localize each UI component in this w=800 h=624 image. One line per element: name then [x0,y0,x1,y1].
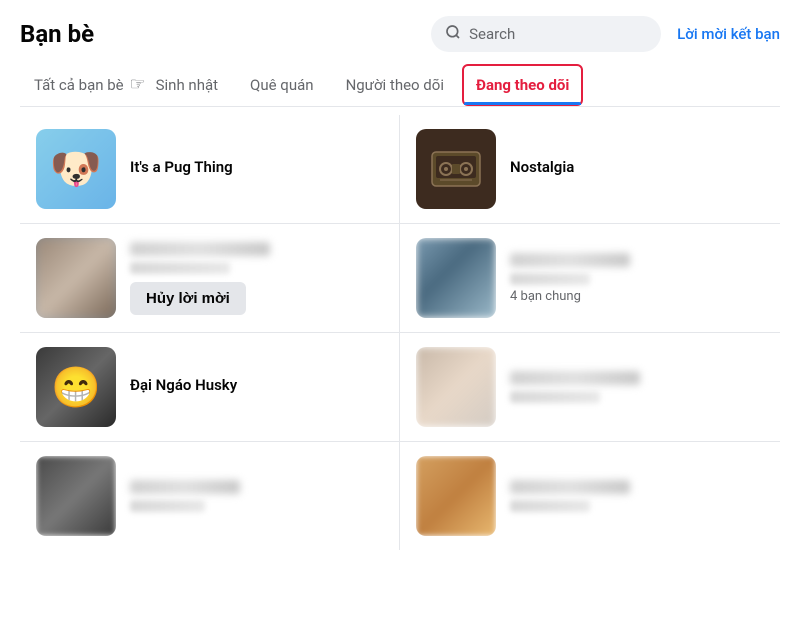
friend-name-blurred3 [510,371,640,385]
friend-sub-blurred2 [510,273,590,285]
friend-sub-blurred5 [510,500,590,512]
search-icon [445,24,461,44]
tab-followers[interactable]: Người theo dõi [332,64,458,106]
friend-info-pug: It's a Pug Thing [130,158,383,180]
avatar-husky: 😁 [36,347,116,427]
page-container: Bạn bè Search Lời mời kết bạn Tất cả bạn… [0,0,800,566]
friend-sub-blurred1 [130,262,230,274]
friend-sub-blurred3 [510,391,600,403]
mutual-friends-blurred2: 4 bạn chung [510,289,764,304]
avatar-nostalgia [416,129,496,209]
search-box[interactable]: Search [431,16,661,52]
friend-card-husky[interactable]: 😁 Đại Ngáo Husky [20,333,400,442]
friend-info-nostalgia: Nostalgia [510,158,764,180]
friend-info-blurred2: 4 bạn chung [510,253,764,304]
friend-card-blurred4[interactable] [20,442,400,550]
friend-name-nostalgia: Nostalgia [510,158,764,176]
friend-name-blurred1 [130,242,270,256]
friend-info-blurred4 [130,480,383,512]
avatar-blurred4 [36,456,116,536]
page-title: Bạn bè [20,20,94,48]
friend-name-husky: Đại Ngáo Husky [130,376,383,394]
friend-info-blurred5 [510,480,764,512]
avatar-pug: 🐶 [36,129,116,209]
friend-info-blurred1: Hủy lời mời [130,242,383,315]
header: Bạn bè Search Lời mời kết bạn [20,16,780,52]
friend-card-blurred2[interactable]: 4 bạn chung [400,224,780,333]
friend-name-pug: It's a Pug Thing [130,158,383,176]
friend-card-blurred5[interactable] [400,442,780,550]
avatar-blurred1 [36,238,116,318]
friend-sub-blurred4 [130,500,205,512]
friend-info-husky: Đại Ngáo Husky [130,376,383,398]
friend-request-link[interactable]: Lời mời kết bạn [677,25,780,43]
tab-hometown[interactable]: Quê quán [236,64,328,106]
friend-card-pug[interactable]: 🐶 It's a Pug Thing [20,115,400,224]
avatar-blurred5 [416,456,496,536]
header-right: Search Lời mời kết bạn [431,16,780,52]
cancel-invite-button[interactable]: Hủy lời mời [130,282,246,315]
tab-following[interactable]: Đang theo dõi [462,64,583,106]
avatar-blurred2 [416,238,496,318]
friend-card-blurred3[interactable] [400,333,780,442]
friend-name-blurred2 [510,253,630,267]
friend-name-blurred4 [130,480,240,494]
friend-card-blurred1[interactable]: Hủy lời mời [20,224,400,333]
friends-grid: 🐶 It's a Pug Thing Nosta [20,115,780,550]
tab-birthday[interactable]: Sinh nhật [142,64,232,106]
tabs-container: Tất cả bạn bè Sinh nhật Quê quán Người t… [20,64,780,107]
friend-name-blurred5 [510,480,630,494]
friend-info-blurred3 [510,371,764,403]
avatar-blurred3 [416,347,496,427]
friend-card-nostalgia[interactable]: Nostalgia [400,115,780,224]
search-placeholder: Search [469,25,515,43]
tab-all-friends[interactable]: Tất cả bạn bè [20,64,138,106]
